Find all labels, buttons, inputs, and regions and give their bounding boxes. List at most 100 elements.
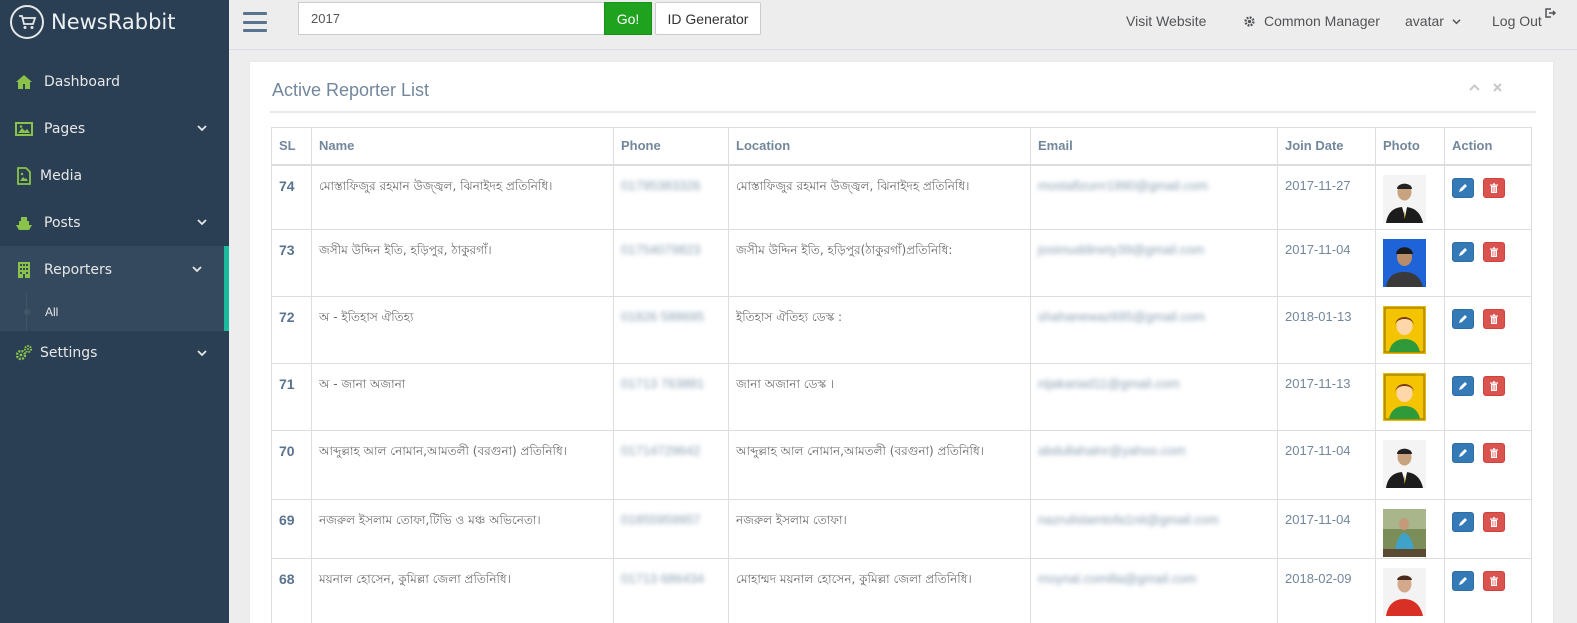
reporter-table: SL Name Phone Location Email Join Date P… — [271, 127, 1532, 623]
sidebar-menu: Dashboard Pages Media Posts Reporters Al… — [0, 58, 229, 375]
trash-icon — [1490, 182, 1498, 193]
cell-name: ময়নাল হোসেন, কুমিল্লা জেলা প্রতিনিধি। — [311, 558, 614, 623]
sidebar-item-posts[interactable]: Posts — [0, 199, 229, 246]
common-manager-link[interactable]: Common Manager — [1243, 13, 1380, 29]
edit-button[interactable] — [1452, 376, 1474, 396]
cell-email: josimuddinety39@gmail.com — [1030, 229, 1278, 297]
cogs-icon — [15, 344, 33, 362]
cell-sl: 68 — [271, 558, 312, 623]
edit-button[interactable] — [1452, 177, 1474, 198]
sidebar-item-dashboard[interactable]: Dashboard — [0, 58, 229, 105]
cell-sl: 72 — [271, 296, 312, 364]
delete-button[interactable] — [1483, 309, 1505, 329]
cell-action — [1444, 164, 1532, 230]
chevron-down-icon — [197, 219, 207, 226]
cell-photo — [1375, 296, 1445, 364]
cell-location: জানা অজানা ডেস্ক । — [728, 363, 1031, 431]
edit-button[interactable] — [1452, 309, 1474, 329]
delete-button[interactable] — [1483, 376, 1505, 396]
column-header: Email — [1030, 127, 1278, 166]
menu-toggle-icon[interactable] — [243, 12, 267, 32]
cell-photo — [1375, 229, 1445, 297]
image-icon — [15, 120, 37, 138]
chevron-up-icon[interactable] — [1469, 82, 1480, 93]
cell-name: মোস্তাফিজুর রহমান উজ্জ্বল, ঝিনাইদহ প্রতি… — [311, 164, 614, 230]
cell-photo — [1375, 499, 1445, 559]
table-header-row: SL Name Phone Location Email Join Date P… — [271, 127, 1532, 166]
delete-button[interactable] — [1483, 443, 1505, 463]
delete-button[interactable] — [1483, 571, 1505, 591]
trash-icon — [1490, 517, 1498, 527]
cell-photo — [1375, 430, 1445, 500]
cart-logo-icon — [10, 5, 44, 39]
sidebar-item-reporters[interactable]: Reporters — [0, 246, 229, 293]
pencil-icon — [1459, 382, 1467, 390]
cell-phone: 01713 686434 — [613, 558, 729, 623]
cell-join-date: 2017-11-13 — [1277, 363, 1376, 431]
cell-phone: 01754079823 — [613, 229, 729, 297]
edit-button[interactable] — [1452, 512, 1474, 532]
go-button[interactable]: Go! — [604, 2, 652, 35]
logout-link[interactable]: Log Out — [1492, 8, 1556, 29]
cell-phone: 01826 588695 — [613, 296, 729, 364]
cell-email: shahanewaz695@gmail.com — [1030, 296, 1278, 364]
edit-button[interactable] — [1452, 443, 1474, 463]
cell-location: মোহাম্মদ ময়নাল হোসেন, কুমিল্লা জেলা প্র… — [728, 558, 1031, 623]
chevron-down-icon — [197, 350, 207, 357]
ship-icon — [15, 214, 37, 232]
trash-icon — [1490, 247, 1498, 257]
cell-action — [1444, 430, 1532, 500]
cell-join-date: 2017-11-04 — [1277, 430, 1376, 500]
sidebar-item-pages[interactable]: Pages — [0, 105, 229, 152]
cell-email: mostafizurrr1990@gmail.com — [1030, 164, 1278, 230]
cell-sl: 69 — [271, 499, 312, 559]
cell-email: nazrulislamtofa1nit@gmail.com — [1030, 499, 1278, 559]
sidebar-item-settings[interactable]: Settings — [0, 331, 229, 375]
cell-join-date: 2018-01-13 — [1277, 296, 1376, 364]
home-icon — [15, 73, 37, 91]
edit-button[interactable] — [1452, 242, 1474, 262]
cell-email: nijakariad11@gmail.com — [1030, 363, 1278, 431]
edit-button[interactable] — [1452, 571, 1474, 591]
column-header: SL — [271, 127, 312, 166]
brand[interactable]: NewsRabbit — [0, 0, 229, 44]
delete-button[interactable] — [1483, 177, 1505, 198]
column-header: Join Date — [1277, 127, 1376, 166]
sidebar-item-media[interactable]: Media — [0, 152, 229, 199]
cell-join-date: 2017-11-04 — [1277, 229, 1376, 297]
common-manager-label: Common Manager — [1264, 13, 1380, 29]
close-icon[interactable] — [1492, 82, 1503, 93]
sign-out-icon — [1545, 8, 1556, 18]
sidebar-subitem-all[interactable]: All — [0, 293, 229, 331]
cell-phone: 01795383326 — [613, 164, 729, 230]
pencil-icon — [1459, 183, 1467, 192]
delete-button[interactable] — [1483, 242, 1505, 262]
submenu-dot — [24, 309, 30, 315]
sidebar-item-label: Settings — [40, 345, 98, 361]
search-input[interactable] — [298, 2, 605, 35]
visit-website-link[interactable]: Visit Website — [1126, 13, 1206, 29]
cell-join-date: 2018-02-09 — [1277, 558, 1376, 623]
sidebar-item-label: Posts — [44, 214, 81, 231]
column-header: Action — [1444, 127, 1532, 166]
avatar — [1383, 174, 1437, 223]
cell-name: নজরুল ইসলাম তোফা,টিভি ও মঞ্চ অভিনেতা। — [311, 499, 614, 559]
table-row: 70 আব্দুল্লাহ আল নোমান,আমতলী (বরগুনা) প্র… — [271, 430, 1532, 500]
cell-photo — [1375, 363, 1445, 431]
delete-button[interactable] — [1483, 512, 1505, 532]
pencil-icon — [1459, 449, 1467, 457]
cell-location: ইতিহাস ঐতিহ্য ডেস্ক : — [728, 296, 1031, 364]
panel-tools — [1469, 82, 1503, 93]
user-dropdown[interactable]: avatar — [1405, 13, 1461, 29]
brand-name: NewsRabbit — [51, 10, 176, 34]
panel-divider — [270, 111, 1536, 113]
cell-location: আব্দুল্লাহ আল নোমান,আমতলী (বরগুনা) প্রতি… — [728, 430, 1031, 500]
trash-icon — [1490, 448, 1498, 458]
pencil-icon — [1459, 315, 1467, 323]
cell-location: জসীম উদ্দিন ইতি, হড়িপুর(ঠাকুরগাঁ)প্রতিন… — [728, 229, 1031, 297]
cell-phone: 01855959957 — [613, 499, 729, 559]
id-generator-button[interactable]: ID Generator — [655, 2, 761, 35]
avatar — [1383, 306, 1437, 354]
cell-email: abdullahalnr@yahoo.com — [1030, 430, 1278, 500]
cell-action — [1444, 296, 1532, 364]
